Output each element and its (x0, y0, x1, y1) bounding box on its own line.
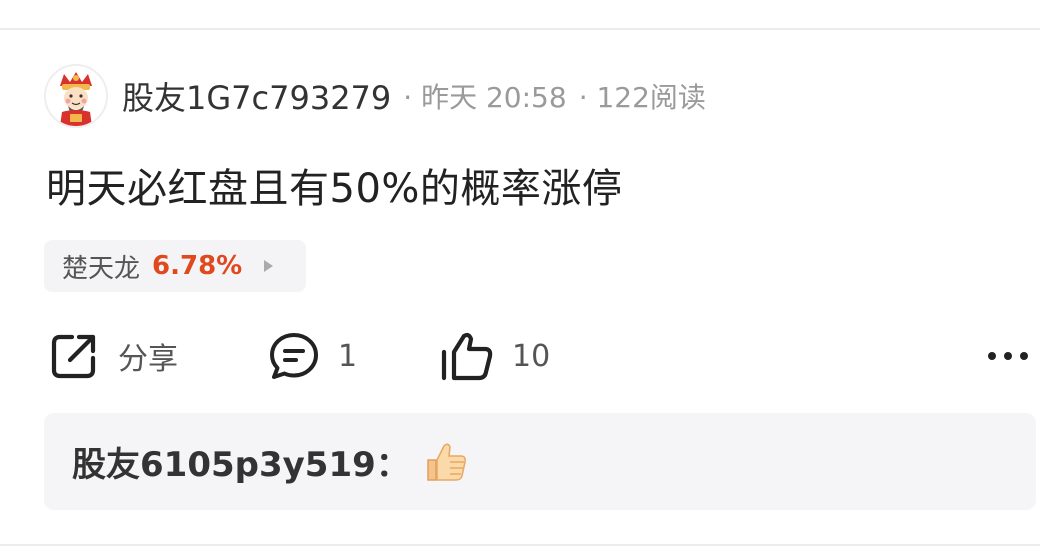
comment-button[interactable]: 1 (268, 326, 357, 386)
avatar[interactable] (44, 64, 108, 128)
comment-colon: ： (375, 445, 410, 485)
action-bar: 分享 1 10 (0, 326, 1040, 386)
bottom-divider (0, 544, 1040, 546)
comment-count: 1 (338, 338, 358, 374)
play-arrow-icon (264, 260, 274, 272)
thumbs-up-icon (441, 332, 493, 381)
share-button[interactable]: 分享 (48, 326, 178, 386)
comment-preview[interactable]: 股友6105p3y519 ： (44, 413, 1036, 510)
stock-name: 楚天龙 (62, 253, 141, 284)
share-label: 分享 (118, 342, 178, 377)
comment-user[interactable]: 股友6105p3y519 (72, 437, 376, 486)
post-content[interactable]: 明天必红盘且有50%的概率涨停 (46, 156, 622, 214)
like-count: 10 (512, 338, 551, 374)
more-icon (988, 352, 1028, 360)
caishen-avatar-icon (46, 66, 106, 126)
stock-tag[interactable]: 楚天龙 6.78% (44, 240, 306, 292)
author-name[interactable]: 股友1G7c793279 (122, 73, 391, 119)
like-button[interactable]: 10 (440, 326, 550, 386)
share-icon (51, 334, 96, 379)
stock-change: 6.78% (152, 251, 243, 281)
top-divider (0, 28, 1040, 30)
post-meta: 股友1G7c793279 · 昨天 20:58 · 122阅读 (122, 74, 706, 118)
read-count: · 122阅读 (578, 81, 706, 114)
comment-icon (270, 333, 318, 379)
more-button[interactable] (986, 326, 1030, 386)
thumbs-up-emoji-icon (427, 443, 466, 481)
post-time: · 昨天 20:58 (403, 81, 567, 114)
